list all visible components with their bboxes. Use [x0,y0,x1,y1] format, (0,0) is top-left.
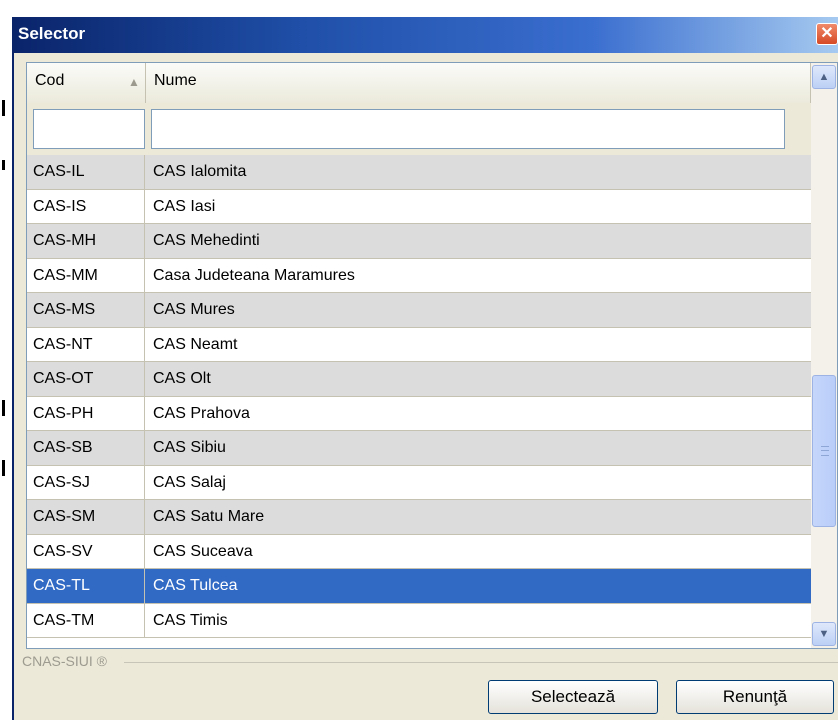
table-row[interactable]: CAS-SV CAS Suceava [27,534,811,569]
table-row[interactable]: CAS-MM Casa Judeteana Maramures [27,258,811,293]
column-header-cod[interactable]: Cod ▲ [27,63,146,103]
cod-cell: CAS-IS [27,189,145,223]
column-header-nume[interactable]: Nume [146,63,811,103]
nume-cell: CAS Timis [153,611,228,629]
cod-cell: CAS-OT [27,362,145,396]
cod-cell: CAS-MM [27,258,145,292]
column-header-cod-label: Cod [35,72,65,89]
filter-row [27,103,811,155]
cod-cell: CAS-IL [27,155,145,189]
cancel-button[interactable]: Renunţă [676,680,834,714]
table-row[interactable]: CAS-SM CAS Satu Mare [27,500,811,535]
grid-header: Cod ▲ Nume [27,63,811,103]
window-title: Selector [18,24,86,43]
background-strip [0,0,12,720]
select-button[interactable]: Selectează [488,680,658,714]
cod-cell: CAS-SJ [27,465,145,499]
table-row[interactable]: CAS-IL CAS Ialomita [27,155,811,190]
table-row[interactable]: CAS-MH CAS Mehedinti [27,224,811,259]
selector-grid: Cod ▲ Nume CAS-IL CAS Ialomita CAS-IS CAS I… [26,62,838,649]
chevron-up-icon[interactable]: ▲ [812,65,836,89]
vertical-scrollbar[interactable]: ▲ ▼ [811,63,837,648]
table-row[interactable]: CAS-NT CAS Neamt [27,327,811,362]
background-mark [2,160,5,170]
grid-rows: CAS-IL CAS Ialomita CAS-IS CAS Iasi CAS-MH CA… [27,155,811,638]
background-mark [2,460,5,476]
table-row[interactable]: CAS-MS CAS Mures [27,293,811,328]
column-header-nume-label: Nume [154,72,197,89]
sort-ascending-icon: ▲ [128,75,140,89]
cod-cell: CAS-SV [27,534,145,568]
table-row[interactable]: CAS-OT CAS Olt [27,362,811,397]
grip-icon [821,446,829,456]
selector-dialog: Selector ✕ Cod ▲ Nume CAS-IL CAS Ialomita… [12,17,838,720]
brand-label: CNAS-SIUI ® [22,653,107,669]
cod-cell: CAS-TL [27,569,145,603]
title-bar[interactable]: Selector ✕ [14,17,838,53]
cod-cell: CAS-NT [27,327,145,361]
cod-filter-input[interactable] [33,109,145,149]
scrollbar-thumb[interactable] [812,375,836,527]
table-row[interactable]: CAS-TL CAS Tulcea [27,569,811,604]
close-icon[interactable]: ✕ [816,23,838,45]
table-row[interactable]: CAS-IS CAS Iasi [27,189,811,224]
footer-divider [124,662,838,663]
background-mark [2,400,5,416]
table-row[interactable]: CAS-TM CAS Timis [27,603,811,638]
table-row[interactable]: CAS-PH CAS Prahova [27,396,811,431]
cod-cell: CAS-PH [27,396,145,430]
cod-cell: CAS-SM [27,500,145,534]
cod-cell: CAS-MS [27,293,145,327]
table-row[interactable]: CAS-SJ CAS Salaj [27,465,811,500]
cod-cell: CAS-MH [27,224,145,258]
nume-filter-input[interactable] [151,109,785,149]
cod-cell: CAS-SB [27,431,145,465]
background-mark [2,100,5,116]
table-row[interactable]: CAS-SB CAS Sibiu [27,431,811,466]
chevron-down-icon[interactable]: ▼ [812,622,836,646]
cod-cell: CAS-TM [27,603,145,637]
